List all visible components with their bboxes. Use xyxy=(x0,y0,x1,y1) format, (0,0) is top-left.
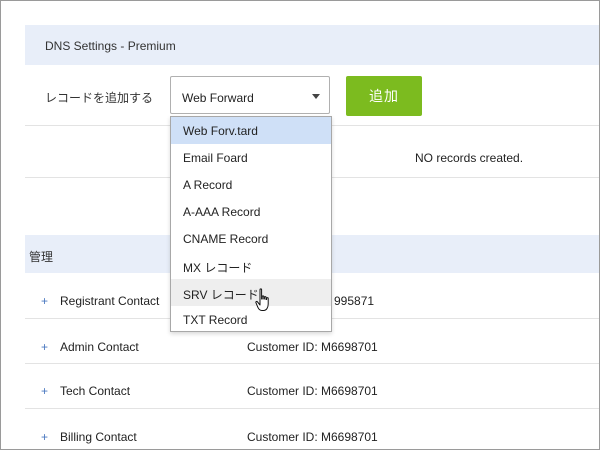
contact-name: Admin Contact xyxy=(60,340,139,354)
divider xyxy=(25,408,599,409)
contact-customer-id: Customer ID: M6698701 xyxy=(247,384,378,398)
option-label: Web Forv.tard xyxy=(183,124,258,138)
contact-row-billing[interactable]: + Billing Contact Customer ID: M6698701 xyxy=(25,415,599,449)
option-mx-record[interactable]: MX レコード xyxy=(171,252,331,279)
option-label: Email Foard xyxy=(183,151,248,165)
contact-name: Billing Contact xyxy=(60,430,137,444)
expand-plus-icon[interactable]: + xyxy=(41,430,48,444)
add-record-label: レコードを追加する xyxy=(45,91,154,105)
record-type-dropdown-list: Web Forv.tard Email Foard A Record A-AAA… xyxy=(170,116,332,332)
management-title: 管理 xyxy=(29,250,54,264)
record-type-selected-value: Web Forward xyxy=(182,91,254,105)
window-frame: DNS Settings - Premium レコードを追加する Web For… xyxy=(0,0,600,450)
option-label: SRV レコード xyxy=(183,288,259,302)
expand-plus-icon[interactable]: + xyxy=(41,384,48,398)
option-cname-record[interactable]: CNAME Record xyxy=(171,225,331,252)
contact-customer-id: 995871 xyxy=(334,294,375,308)
hand-pointer-icon xyxy=(255,288,269,311)
option-label: MX レコード xyxy=(183,261,253,275)
option-label: A Record xyxy=(183,178,233,192)
option-txt-record[interactable]: TXT Record xyxy=(171,306,331,333)
add-record-button[interactable]: 追加 xyxy=(346,76,422,116)
contact-customer-id: Customer ID: M6698701 xyxy=(247,430,378,444)
option-srv-record[interactable]: SRV レコード xyxy=(171,279,331,306)
option-a-record[interactable]: A Record xyxy=(171,171,331,198)
dns-settings-title: DNS Settings - Premium xyxy=(45,39,176,53)
record-type-select[interactable]: Web Forward xyxy=(170,76,330,114)
contact-row-tech[interactable]: + Tech Contact Customer ID: M6698701 xyxy=(25,369,599,413)
chevron-down-icon xyxy=(312,94,320,99)
option-email-forward[interactable]: Email Foard xyxy=(171,144,331,171)
option-label: A-AAA Record xyxy=(183,205,261,219)
expand-plus-icon[interactable]: + xyxy=(41,340,48,354)
expand-plus-icon[interactable]: + xyxy=(41,294,48,308)
option-label: TXT Record xyxy=(183,313,248,327)
contact-customer-id: Customer ID: M6698701 xyxy=(247,340,378,354)
option-aaaa-record[interactable]: A-AAA Record xyxy=(171,198,331,225)
option-web-forward[interactable]: Web Forv.tard xyxy=(171,117,331,144)
divider xyxy=(25,363,599,364)
contact-name: Registrant Contact xyxy=(60,294,160,308)
option-label: CNAME Record xyxy=(183,232,269,246)
contact-name: Tech Contact xyxy=(60,384,131,398)
no-records-message: NO records created. xyxy=(415,151,524,165)
dns-settings-header: DNS Settings - Premium xyxy=(25,25,599,65)
